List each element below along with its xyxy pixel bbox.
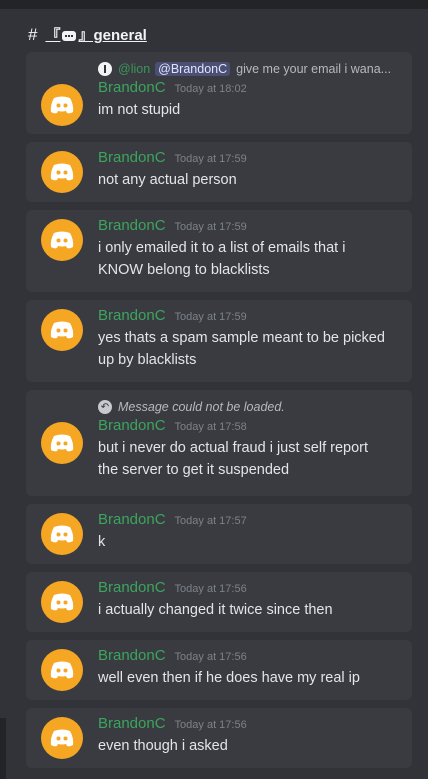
- message-text: i actually changed it twice since then: [98, 602, 333, 618]
- timestamp[interactable]: Today at 17:58: [175, 421, 247, 433]
- timestamp[interactable]: Today at 17:59: [175, 153, 247, 165]
- timestamp[interactable]: Today at 18:02: [175, 83, 247, 95]
- message[interactable]: BrandonC Today at 17:56 even though i as…: [26, 708, 412, 768]
- message[interactable]: BrandonC Today at 17:59 yes thats a spam…: [26, 300, 412, 382]
- message[interactable]: BrandonC Today at 17:56 well even then i…: [26, 640, 412, 700]
- channel-header[interactable]: # 『』general: [28, 24, 147, 45]
- message-text: im not stupid: [98, 102, 181, 118]
- timestamp[interactable]: Today at 17:56: [175, 719, 247, 731]
- reply-text: give me your email i wana...: [236, 62, 392, 76]
- discord-logo-icon: [50, 163, 74, 181]
- discord-logo-icon: [50, 321, 74, 339]
- reply-preview[interactable]: ↶ Message could not be loaded.: [98, 397, 402, 417]
- message-feed: @lion @BrandonC give me your email i wan…: [26, 52, 412, 776]
- timestamp[interactable]: Today at 17:56: [175, 583, 247, 595]
- message-text-line: but i never do actual fraud i just self …: [98, 440, 369, 456]
- message-text: not any actual person: [98, 172, 237, 188]
- message-text-line: the server to get it suspended: [98, 462, 290, 478]
- discord-logo-icon: [50, 525, 74, 543]
- mention[interactable]: @BrandonC: [155, 62, 231, 76]
- message[interactable]: BrandonC Today at 17:56 i actually chang…: [26, 572, 412, 632]
- discord-logo-icon: [50, 96, 74, 114]
- message[interactable]: BrandonC Today at 17:59 i only emailed i…: [26, 210, 412, 292]
- message-text-line: yes thats a spam sample meant to be pick…: [98, 330, 385, 346]
- discord-logo-icon: [50, 434, 74, 452]
- message-text: even though i asked: [98, 738, 228, 754]
- reply-arrow-icon: ↶: [98, 400, 112, 414]
- message-text: well even then if he does have my real i…: [98, 670, 360, 686]
- discord-logo-icon: [50, 231, 74, 249]
- avatar[interactable]: [41, 151, 83, 193]
- channel-name[interactable]: 『』general: [45, 24, 146, 45]
- avatar[interactable]: [41, 422, 83, 464]
- avatar[interactable]: [41, 581, 83, 623]
- discord-logo-icon: [50, 593, 74, 611]
- author-name[interactable]: BrandonC: [98, 149, 166, 166]
- reply-preview[interactable]: @lion @BrandonC give me your email i wan…: [98, 59, 402, 79]
- hash-icon: #: [28, 24, 38, 44]
- avatar[interactable]: [41, 219, 83, 261]
- top-bar: [0, 0, 428, 9]
- avatar[interactable]: [41, 649, 83, 691]
- scroll-edge: [0, 718, 6, 779]
- message[interactable]: ↶ Message could not be loaded. BrandonC …: [26, 390, 412, 496]
- message-text-line: i only emailed it to a list of emails th…: [98, 240, 346, 256]
- discord-logo-icon: [50, 729, 74, 747]
- avatar[interactable]: [41, 717, 83, 759]
- avatar[interactable]: [41, 84, 83, 126]
- timestamp[interactable]: Today at 17:59: [175, 221, 247, 233]
- author-name[interactable]: BrandonC: [98, 217, 166, 234]
- timestamp[interactable]: Today at 17:56: [175, 651, 247, 663]
- timestamp[interactable]: Today at 17:59: [175, 311, 247, 323]
- author-name[interactable]: BrandonC: [98, 307, 166, 324]
- avatar[interactable]: [41, 309, 83, 351]
- author-name[interactable]: BrandonC: [98, 79, 166, 96]
- message-text: k: [98, 534, 106, 550]
- discord-logo-icon: [50, 661, 74, 679]
- speech-bubble-icon: [62, 31, 77, 41]
- author-name[interactable]: BrandonC: [98, 715, 166, 732]
- info-icon: [98, 62, 112, 76]
- reply-missing-text: Message could not be loaded.: [118, 400, 285, 414]
- message[interactable]: @lion @BrandonC give me your email i wan…: [26, 52, 412, 134]
- author-name[interactable]: BrandonC: [98, 647, 166, 664]
- message-text-line: KNOW belong to blacklists: [98, 262, 270, 278]
- avatar[interactable]: [41, 513, 83, 555]
- message[interactable]: BrandonC Today at 17:57 k: [26, 504, 412, 564]
- message[interactable]: BrandonC Today at 17:59 not any actual p…: [26, 142, 412, 202]
- timestamp[interactable]: Today at 17:57: [175, 515, 247, 527]
- message-text-line: up by blacklists: [98, 352, 197, 368]
- author-name[interactable]: BrandonC: [98, 579, 166, 596]
- author-name[interactable]: BrandonC: [98, 511, 166, 528]
- reply-author[interactable]: @lion: [118, 62, 150, 76]
- author-name[interactable]: BrandonC: [98, 417, 166, 434]
